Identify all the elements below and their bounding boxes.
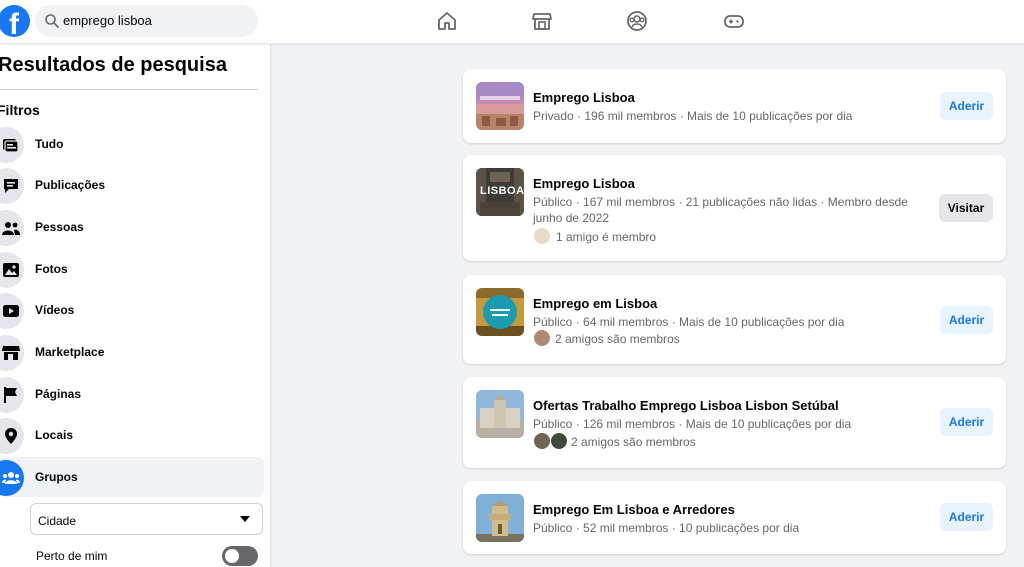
- sidebar-item-groups[interactable]: Grupos: [0, 457, 264, 497]
- friends-members-text: 2 amigos são membros: [555, 332, 680, 346]
- group-thumbnail: [476, 288, 524, 336]
- sidebar-item-label: Tudo: [35, 137, 64, 151]
- sidebar-item-label: Pessoas: [35, 220, 84, 234]
- page-title: Resultados de pesquisa: [0, 54, 227, 76]
- friend-avatar: [533, 432, 551, 450]
- sidebar-item-label: Locais: [35, 428, 74, 442]
- join-button[interactable]: Aderir: [940, 503, 993, 531]
- friends-members-text: 1 amigo é membro: [556, 230, 657, 244]
- group-name[interactable]: Emprego Em Lisboa e Arredores: [533, 502, 735, 517]
- join-button[interactable]: Aderir: [940, 306, 993, 334]
- group-thumbnail: LISBOA: [476, 168, 524, 216]
- group-meta: Público · 52 mil membros · 10 publicaçõe…: [533, 521, 800, 535]
- caret-down-icon: [240, 516, 250, 522]
- posts-icon: [4, 179, 18, 193]
- group-result-card[interactable]: Emprego em Lisboa Público · 64 mil membr…: [463, 275, 1006, 364]
- facebook-logo-letter: f: [9, 8, 19, 37]
- join-button[interactable]: Aderir: [940, 408, 993, 436]
- divider: [0, 89, 258, 90]
- group-meta: Público · 126 mil membros · Mais de 10 p…: [533, 417, 852, 431]
- sidebar-item-people[interactable]: Pessoas: [0, 207, 264, 247]
- group-result-card[interactable]: LISBOA Emprego Lisboa Público · 167 mil …: [463, 155, 1006, 261]
- visit-button[interactable]: Visitar: [939, 194, 993, 222]
- friend-avatar: [533, 227, 551, 245]
- toggle-knob: [225, 549, 239, 563]
- near-me-toggle[interactable]: [222, 546, 258, 566]
- join-button[interactable]: Aderir: [940, 92, 993, 120]
- group-meta: Privado · 196 mil membros · Mais de 10 p…: [533, 109, 853, 123]
- group-thumbnail: [476, 82, 524, 130]
- friend-avatar: [550, 432, 568, 450]
- group-result-card[interactable]: Ofertas Trabalho Emprego Lisboa Lisbon S…: [463, 377, 1006, 468]
- search-icon: [45, 14, 59, 28]
- home-icon[interactable]: [436, 10, 458, 32]
- gaming-icon[interactable]: [723, 10, 745, 32]
- friend-avatar: [533, 329, 551, 347]
- facebook-logo[interactable]: f: [0, 5, 30, 37]
- group-result-card[interactable]: Emprego Lisboa Privado · 196 mil membros…: [463, 69, 1006, 143]
- groups-icon[interactable]: [626, 10, 648, 32]
- group-name[interactable]: Emprego Lisboa: [533, 176, 635, 191]
- sidebar-item-places[interactable]: Locais: [0, 415, 264, 455]
- group-result-card[interactable]: Emprego Em Lisboa e Arredores Público · …: [463, 481, 1006, 554]
- sidebar-item-pages[interactable]: Páginas: [0, 374, 264, 414]
- marketplace-icon[interactable]: [531, 10, 553, 32]
- group-name[interactable]: Ofertas Trabalho Emprego Lisboa Lisbon S…: [533, 398, 839, 413]
- places-icon: [5, 428, 17, 444]
- sidebar-item-all[interactable]: Tudo: [0, 124, 264, 164]
- search-value: emprego lisboa: [63, 13, 152, 28]
- sidebar-item-label: Vídeos: [35, 303, 75, 317]
- sidebar-item-photos[interactable]: Fotos: [0, 249, 264, 289]
- group-meta: Público · 64 mil membros · Mais de 10 pu…: [533, 315, 845, 329]
- sidebar-item-label: Grupos: [35, 470, 78, 484]
- group-thumbnail: [476, 494, 524, 542]
- thumbnail-text: LISBOA: [480, 185, 524, 197]
- filters-heading: Filtros: [0, 102, 40, 118]
- all-icon: [3, 139, 19, 153]
- sidebar-item-posts[interactable]: Publicações: [0, 165, 264, 205]
- sidebar-item-label: Marketplace: [35, 345, 105, 359]
- city-select[interactable]: Cidade: [30, 503, 263, 535]
- search-filters-sidebar: Resultados de pesquisa Filtros Tudo Publ…: [0, 44, 271, 567]
- group-name[interactable]: Emprego em Lisboa: [533, 296, 657, 311]
- photos-icon: [3, 263, 19, 277]
- near-me-label: Perto de mim: [36, 549, 108, 563]
- people-icon: [2, 222, 20, 235]
- sidebar-item-label: Páginas: [35, 387, 82, 401]
- videos-icon: [3, 305, 19, 317]
- friends-members-text: 2 amigos são membros: [571, 435, 696, 449]
- marketplace-icon: [2, 346, 20, 360]
- city-select-label: Cidade: [38, 514, 77, 528]
- groups-icon: [2, 472, 20, 484]
- group-meta: Público · 167 mil membros · 21 publicaçõ…: [533, 195, 908, 225]
- sidebar-item-videos[interactable]: Vídeos: [0, 290, 264, 330]
- pages-icon: [4, 387, 17, 403]
- group-thumbnail: [476, 390, 524, 438]
- sidebar-item-label: Fotos: [35, 262, 68, 276]
- top-navigation-bar: f emprego lisboa: [0, 0, 1024, 44]
- sidebar-item-label: Publicações: [35, 178, 106, 192]
- group-name[interactable]: Emprego Lisboa: [533, 90, 635, 105]
- sidebar-item-marketplace[interactable]: Marketplace: [0, 332, 264, 372]
- search-input[interactable]: emprego lisboa: [35, 5, 258, 37]
